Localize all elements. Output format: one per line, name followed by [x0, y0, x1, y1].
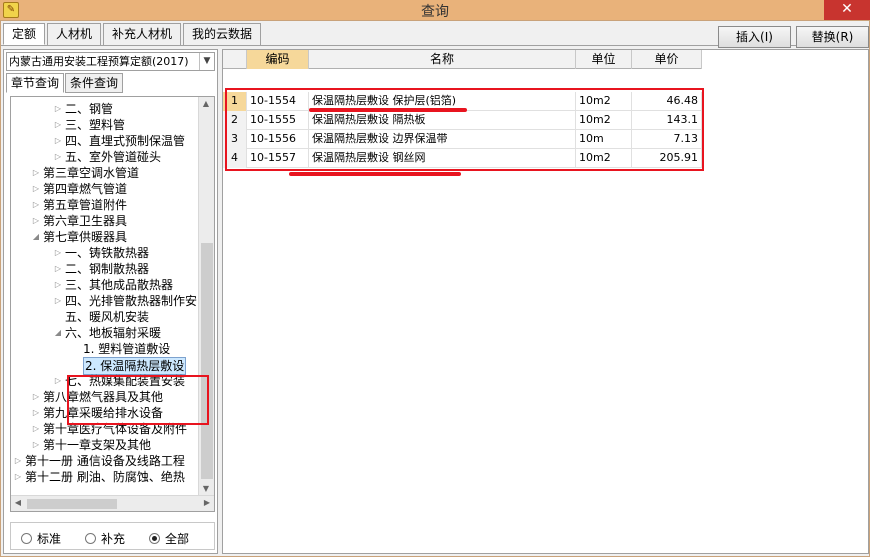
tree-collapsed-icon[interactable]: ▷ — [53, 373, 63, 389]
chevron-down-icon[interactable]: ▼ — [199, 53, 214, 70]
radio-all[interactable]: 全部 — [149, 530, 189, 547]
tree-item-label: 第十二册 刷油、防腐蚀、绝热 — [25, 470, 185, 484]
results-panel: 编码 名称 单位 单价 1 10-1554 保温隔热层敷设 保护层(铝箔) 10m2 4… — [222, 49, 869, 554]
tab-supplementary-lmm[interactable]: 补充人材机 — [103, 23, 182, 45]
tree-item-label: 第十一册 通信设备及线路工程 — [25, 454, 185, 468]
tree-item-label: 五、室外管道碰头 — [65, 150, 162, 164]
radio-dot-selected — [149, 533, 160, 544]
tree-item-label: 四、光排管散热器制作安 — [65, 294, 198, 308]
tree-collapsed-icon[interactable]: ▷ — [31, 165, 41, 181]
tree-item-label: 四、直埋式预制保温管 — [65, 134, 186, 148]
radio-dot — [21, 533, 32, 544]
tree-item-label: 六、地板辐射采暖 — [65, 326, 162, 340]
scroll-down-icon[interactable]: ▼ — [199, 482, 213, 496]
close-button[interactable]: ✕ — [824, 0, 870, 20]
query-subtabs: 章节查询 条件查询 — [6, 73, 124, 93]
tree-collapsed-icon[interactable]: ▷ — [53, 261, 63, 277]
tree-item-label: 三、其他成品散热器 — [65, 278, 174, 292]
tree-collapsed-icon[interactable]: ▷ — [13, 469, 23, 485]
tree-item-label: 第五章管道附件 — [43, 198, 128, 212]
tree-item-label: 五、暖风机安装 — [65, 310, 150, 324]
tree-collapsed-icon[interactable]: ▷ — [53, 277, 63, 293]
header-unit[interactable]: 单位 — [576, 50, 632, 69]
tree-item-label: 第三章空调水管道 — [43, 166, 140, 180]
radio-supplementary[interactable]: 补充 — [85, 530, 125, 547]
title-bar: ✎ 查询 ✕ — [0, 0, 870, 20]
scroll-right-icon[interactable]: ▶ — [200, 496, 214, 510]
replace-button[interactable]: 替换(R) — [796, 26, 869, 48]
radio-label: 补充 — [101, 532, 126, 546]
tree-vertical-scrollbar[interactable]: ▲ ▼ — [198, 97, 214, 496]
tab-quota[interactable]: 定额 — [3, 23, 46, 45]
tree-item-label: 1. 塑料管道敷设 — [83, 342, 171, 356]
results-highlight-annotation — [225, 88, 704, 171]
tree-collapsed-icon[interactable]: ▷ — [31, 405, 41, 421]
grid-header: 编码 名称 单位 单价 — [223, 50, 702, 69]
insert-button[interactable]: 插入(I) — [718, 26, 791, 48]
tree-expanded-icon[interactable]: ◢ — [53, 325, 63, 341]
quota-filter: 标准 补充 全部 — [10, 522, 215, 550]
tree-item-label: 一、铸铁散热器 — [65, 246, 150, 260]
scroll-up-icon[interactable]: ▲ — [199, 97, 213, 111]
tree-collapsed-icon[interactable]: ▷ — [31, 213, 41, 229]
tab-labor-material-machine[interactable]: 人材机 — [47, 23, 102, 45]
scroll-left-icon[interactable]: ◀ — [11, 496, 25, 510]
tree-item-label: 第六章卫生器具 — [43, 214, 128, 228]
tree-collapsed-icon[interactable]: ▷ — [53, 149, 63, 165]
tree-item-label: 二、钢管 — [65, 102, 114, 116]
quota-library-select[interactable]: 内蒙古通用安装工程预算定额(2017) ▼ — [6, 52, 215, 71]
left-panel: 内蒙古通用安装工程预算定额(2017) ▼ 章节查询 条件查询 ▷ 二、钢管 ▷ 三、… — [3, 49, 218, 554]
tree-expanded-icon[interactable]: ◢ — [31, 229, 41, 245]
tree-collapsed-icon[interactable]: ▷ — [53, 133, 63, 149]
tab-condition-query[interactable]: 条件查询 — [65, 73, 124, 93]
tree-collapsed-icon[interactable]: ▷ — [31, 437, 41, 453]
tree-collapsed-icon[interactable]: ▷ — [53, 117, 63, 133]
chapter-tree: ▷ 二、钢管 ▷ 三、塑料管 ▷ 四、直埋式预制保温管 ▷ 五、室外管道碰头 ▷ 第三章空调水管道… — [10, 96, 215, 512]
window-title: 查询 — [421, 4, 449, 20]
annotation-underline — [289, 172, 461, 176]
tree-collapsed-icon[interactable]: ▷ — [53, 101, 63, 117]
tree-item-label: 第十一章支架及其他 — [43, 438, 152, 452]
header-rownum — [223, 50, 247, 69]
annotation-underline — [309, 108, 467, 112]
tab-chapter-query[interactable]: 章节查询 — [6, 73, 65, 93]
tree-collapsed-icon[interactable]: ▷ — [53, 245, 63, 261]
radio-label: 标准 — [37, 532, 62, 546]
tree-item-label: 二、钢制散热器 — [65, 262, 150, 276]
radio-dot — [85, 533, 96, 544]
main-tabs: 定额 人材机 补充人材机 我的云数据 — [3, 23, 263, 45]
tree-item-label: 三、塑料管 — [65, 118, 126, 132]
tree-item-label: 第四章燃气管道 — [43, 182, 128, 196]
radio-standard[interactable]: 标准 — [21, 530, 61, 547]
vertical-scroll-thumb[interactable] — [201, 243, 213, 479]
horizontal-scroll-thumb[interactable] — [27, 499, 117, 509]
tree-highlight-annotation — [67, 375, 209, 425]
tree-collapsed-icon[interactable]: ▷ — [53, 293, 63, 309]
tree-collapsed-icon[interactable]: ▷ — [31, 389, 41, 405]
query-window: 定额 人材机 补充人材机 我的云数据 插入(I) 替换(R) 内蒙古通用安装工程… — [0, 20, 870, 557]
quota-library-value: 内蒙古通用安装工程预算定额(2017) — [9, 55, 189, 68]
tab-my-cloud-data[interactable]: 我的云数据 — [183, 23, 262, 45]
tree-collapsed-icon[interactable]: ▷ — [31, 197, 41, 213]
header-code[interactable]: 编码 — [247, 50, 309, 69]
tree-collapsed-icon[interactable]: ▷ — [31, 181, 41, 197]
header-name[interactable]: 名称 — [309, 50, 576, 69]
tree-collapsed-icon[interactable]: ▷ — [31, 421, 41, 437]
tree-horizontal-scrollbar[interactable]: ◀ ▶ — [11, 495, 214, 511]
radio-label: 全部 — [165, 532, 190, 546]
tree-item-label: 第七章供暖器具 — [43, 230, 128, 244]
header-price[interactable]: 单价 — [632, 50, 702, 69]
tree-collapsed-icon[interactable]: ▷ — [13, 453, 23, 469]
